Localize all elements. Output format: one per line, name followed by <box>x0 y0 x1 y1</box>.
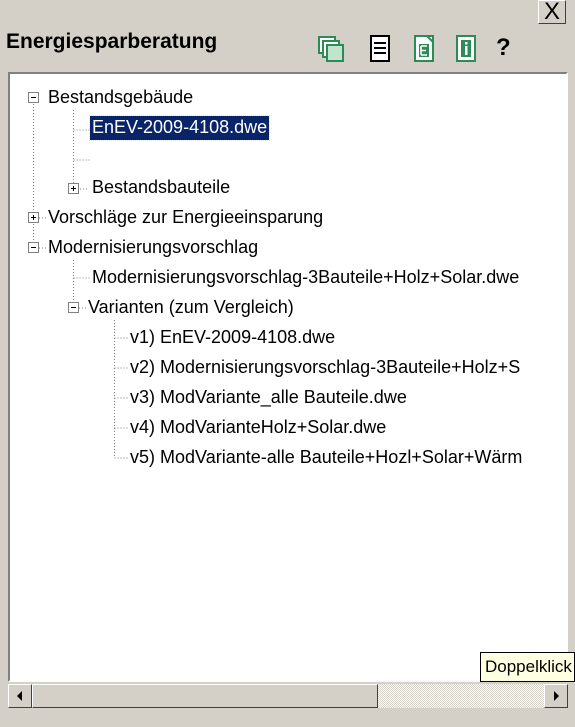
expand-icon[interactable] <box>28 212 39 223</box>
horizontal-scrollbar[interactable] <box>8 684 568 708</box>
tree-node-enev-file[interactable]: EnEV-2009-4108.dwe <box>88 115 271 141</box>
layers-icon <box>318 36 344 62</box>
expand-icon[interactable] <box>68 183 79 194</box>
scrollbar-thumb[interactable] <box>32 684 378 708</box>
info-icon <box>456 35 476 62</box>
tree-node-bestandsbauteile[interactable]: Bestandsbauteile <box>90 176 232 200</box>
arrow-right-icon <box>554 691 559 701</box>
collapse-icon[interactable] <box>28 92 39 103</box>
tree-node-vorschlaege[interactable]: Vorschläge zur Energieeinsparung <box>46 206 325 230</box>
tree-node-empty[interactable] <box>90 146 94 170</box>
document-list-icon <box>370 35 390 62</box>
e-document-icon <box>414 35 434 62</box>
tree-node-bestandsgebaeude[interactable]: Bestandsgebäude <box>46 86 195 110</box>
scroll-left-button[interactable] <box>8 684 32 708</box>
panel-title: Energiesparberatung <box>6 30 218 53</box>
layers-button[interactable] <box>316 34 346 64</box>
arrow-left-icon <box>17 691 22 701</box>
help-button[interactable]: ? <box>496 33 526 63</box>
close-button[interactable]: X <box>538 0 566 24</box>
scrollbar-track[interactable] <box>378 684 544 708</box>
tooltip: Doppelklick <box>480 652 575 682</box>
tree-node-varianten[interactable]: Varianten (zum Vergleich) <box>86 296 296 320</box>
tree-view[interactable]: Bestandsgebäude EnEV-2009-4108.dwe Besta… <box>8 72 568 682</box>
tree-node-variant-v5[interactable]: v5) ModVariante-alle Bauteile+Hozl+Solar… <box>128 446 524 470</box>
tree-node-variant-v1[interactable]: v1) EnEV-2009-4108.dwe <box>128 326 337 350</box>
tree-node-variant-v3[interactable]: v3) ModVariante_alle Bauteile.dwe <box>128 386 409 410</box>
tree-node-variant-v2[interactable]: v2) Modernisierungsvorschlag-3Bauteile+H… <box>128 356 522 380</box>
document-list-button[interactable] <box>366 34 396 64</box>
tree-node-modernisierung-file[interactable]: Modernisierungsvorschlag-3Bauteile+Holz+… <box>90 266 521 290</box>
energy-advice-panel: X Energiesparberatung ? Bestandsgebäude … <box>0 0 575 727</box>
tree-node-variant-v4[interactable]: v4) ModVarianteHolz+Solar.dwe <box>128 416 388 440</box>
e-document-button[interactable] <box>410 34 440 64</box>
collapse-icon[interactable] <box>68 302 79 313</box>
tree-node-modernisierungsvorschlag[interactable]: Modernisierungsvorschlag <box>46 236 260 260</box>
info-button[interactable] <box>452 34 482 64</box>
scroll-right-button[interactable] <box>544 684 568 708</box>
collapse-icon[interactable] <box>28 242 39 253</box>
